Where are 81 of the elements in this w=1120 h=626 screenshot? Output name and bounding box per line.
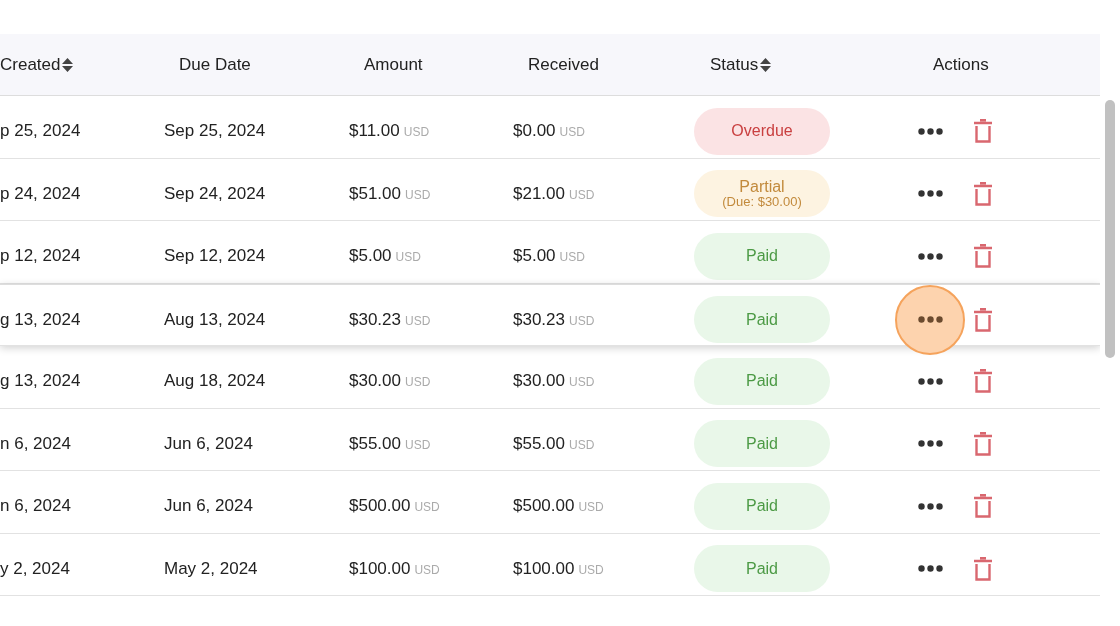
more-icon xyxy=(917,502,943,510)
more-icon xyxy=(917,440,943,447)
amount-text: $11.00 xyxy=(349,121,400,141)
currency-label: USD xyxy=(569,187,595,202)
amount-text: $0.00 xyxy=(513,121,556,141)
date-text: Sep 24, 2024 xyxy=(164,183,266,203)
status-pill: Paid xyxy=(694,232,830,280)
date-text: p 12, 2024 xyxy=(0,246,81,266)
more-icon xyxy=(917,377,943,385)
date-text: p 25, 2024 xyxy=(0,121,81,141)
currency-label: USD xyxy=(559,125,585,140)
column-header: Received xyxy=(528,53,599,76)
status-pill: Paid xyxy=(694,545,830,592)
date-text: p 24, 2024 xyxy=(0,183,81,203)
amount-text: $21.00 xyxy=(513,183,565,203)
status-pill: Paid xyxy=(694,420,830,467)
currency-label: USD xyxy=(559,250,585,265)
date-text: g 13, 2024 xyxy=(0,309,81,329)
delete-icon[interactable] xyxy=(973,307,993,332)
currency-label: USD xyxy=(569,375,595,390)
date-text: Sep 12, 2024 xyxy=(164,246,266,266)
scrollbar-thumb[interactable] xyxy=(1105,100,1115,358)
date-text: n 6, 2024 xyxy=(0,433,71,453)
status-pill: Paid xyxy=(694,482,830,530)
status-pill: Paid xyxy=(694,357,830,405)
amount-text: $30.00 xyxy=(349,371,401,391)
date-text: Sep 25, 2024 xyxy=(164,121,266,141)
amount-text: $51.00 xyxy=(349,183,401,203)
delete-icon[interactable] xyxy=(973,181,993,206)
amount-text: $100.00 xyxy=(513,558,575,578)
delete-icon[interactable] xyxy=(973,556,993,581)
amount-text: $500.00 xyxy=(513,496,575,516)
delete-icon[interactable] xyxy=(973,244,993,268)
date-text: g 13, 2024 xyxy=(0,371,81,391)
currency-label: USD xyxy=(578,500,604,515)
more-icon xyxy=(917,316,943,323)
amount-text: $30.23 xyxy=(513,309,565,329)
amount-text: $5.00 xyxy=(513,246,556,266)
status-pill: Paid xyxy=(694,296,830,343)
more-icon xyxy=(917,252,943,260)
currency-label: USD xyxy=(405,375,431,390)
more-icon xyxy=(917,565,943,572)
date-text: Jun 6, 2024 xyxy=(164,433,253,453)
status-pill: Partial (Due: $30.00) xyxy=(694,170,830,217)
currency-label: USD xyxy=(578,562,604,577)
date-text: Jun 6, 2024 xyxy=(164,496,253,516)
sort-icon[interactable] xyxy=(760,57,772,72)
currency-label: USD xyxy=(405,187,431,202)
amount-text: $30.23 xyxy=(349,309,401,329)
sort-icon[interactable] xyxy=(62,57,74,72)
date-text: Aug 13, 2024 xyxy=(164,309,266,329)
amount-text: $500.00 xyxy=(349,496,411,516)
date-text: y 2, 2024 xyxy=(0,558,70,578)
currency-label: USD xyxy=(403,125,430,140)
currency-label: USD xyxy=(414,562,440,577)
date-text: Aug 18, 2024 xyxy=(164,371,266,391)
delete-icon[interactable] xyxy=(973,494,993,518)
amount-text: $100.00 xyxy=(349,558,411,578)
column-header: Due Date xyxy=(179,53,251,76)
more-icon xyxy=(917,190,943,197)
currency-label: USD xyxy=(569,313,595,328)
amount-text: $30.00 xyxy=(513,371,565,391)
currency-label: USD xyxy=(405,437,431,452)
column-header: Actions xyxy=(933,53,989,76)
column-header[interactable]: Status xyxy=(710,51,759,78)
currency-label: USD xyxy=(569,437,595,452)
currency-label: USD xyxy=(414,500,440,515)
currency-label: USD xyxy=(405,313,431,328)
date-text: n 6, 2024 xyxy=(0,496,71,516)
more-icon xyxy=(917,127,943,135)
delete-icon[interactable] xyxy=(973,431,993,456)
currency-label: USD xyxy=(395,250,421,265)
amount-text: $5.00 xyxy=(349,246,392,266)
column-header: Amount xyxy=(364,53,423,76)
amount-text: $55.00 xyxy=(513,433,565,453)
status-pill: Overdue xyxy=(694,107,830,155)
amount-text: $55.00 xyxy=(349,433,401,453)
date-text: May 2, 2024 xyxy=(164,558,258,578)
delete-icon[interactable] xyxy=(973,369,993,393)
delete-icon[interactable] xyxy=(973,119,993,143)
column-header[interactable]: Created xyxy=(0,51,61,78)
